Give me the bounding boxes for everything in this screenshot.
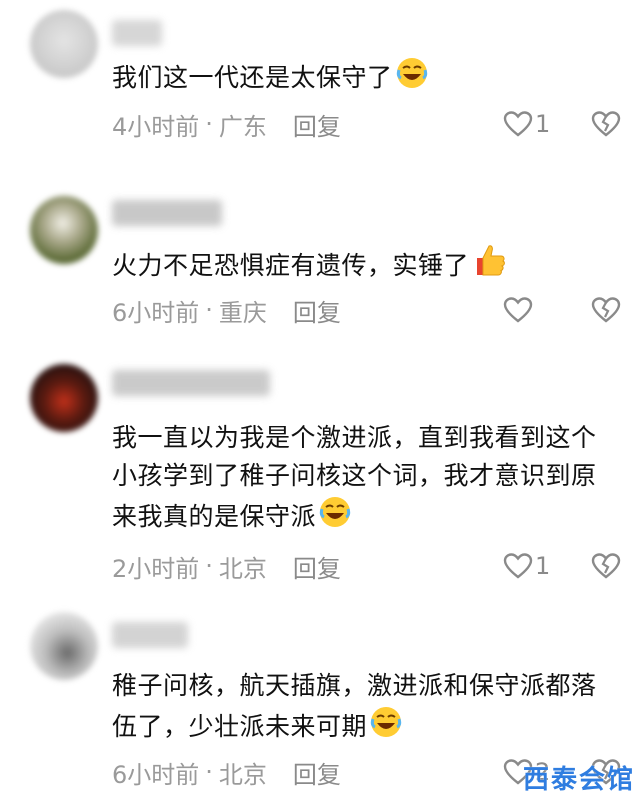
heart-icon <box>503 111 533 137</box>
separator-dot: · <box>205 296 213 324</box>
broken-heart-icon <box>591 297 621 323</box>
comment-text-content: 我们这一代还是太保守了 <box>112 63 393 92</box>
like-count: 1 <box>535 110 551 138</box>
username[interactable] <box>112 370 270 396</box>
comment-text: 火力不足恐惧症有遗传，实锤了 <box>112 242 615 289</box>
location: 北京 <box>218 554 267 583</box>
broken-heart-icon <box>591 111 621 137</box>
comment-meta: 6小时前 · 重庆 回复 <box>112 293 621 328</box>
comment-text: 我们这一代还是太保守了 <box>112 56 615 101</box>
dislike-button[interactable] <box>591 110 621 138</box>
reply-button[interactable]: 回复 <box>293 293 341 328</box>
laughing-tears-emoji <box>369 705 403 750</box>
laughing-tears-emoji <box>318 495 352 540</box>
laughing-tears-emoji <box>395 56 429 101</box>
dislike-button[interactable] <box>591 552 621 580</box>
username[interactable] <box>112 622 188 648</box>
comment-text: 我一直以为我是个激进派，直到我看到这个小孩学到了稚子问核这个词，我才意识到原来我… <box>112 419 615 540</box>
comment-text-content: 火力不足恐惧症有遗传，实锤了 <box>112 251 470 280</box>
like-button[interactable] <box>503 296 563 324</box>
timestamp: 6小时前 <box>112 298 200 327</box>
username[interactable] <box>112 200 222 226</box>
location: 北京 <box>218 760 267 789</box>
heart-icon <box>503 553 533 579</box>
separator-dot: · <box>205 110 213 138</box>
heart-icon <box>503 297 533 323</box>
like-button[interactable]: 1 <box>503 552 563 580</box>
timestamp: 4小时前 <box>112 112 200 141</box>
avatar[interactable] <box>30 196 98 264</box>
thumbs-up-emoji <box>471 242 507 289</box>
location: 广东 <box>218 112 267 141</box>
username[interactable] <box>112 20 162 46</box>
like-button[interactable]: 1 <box>503 110 563 138</box>
comment-meta: 2小时前 · 北京 回复 1 <box>112 549 621 584</box>
comment-text: 稚子问核，航天插旗，激进派和保守派都落伍了，少壮派未来可期 <box>112 667 615 750</box>
timestamp: 6小时前 <box>112 760 200 789</box>
avatar[interactable] <box>30 10 98 78</box>
location: 重庆 <box>218 298 267 327</box>
comment-text-content: 我一直以为我是个激进派，直到我看到这个小孩学到了稚子问核这个词，我才意识到原来我… <box>112 423 597 531</box>
comment-meta: 4小时前 · 广东 回复 1 <box>112 107 621 142</box>
reply-button[interactable]: 回复 <box>293 107 341 142</box>
avatar[interactable] <box>30 612 98 680</box>
reply-button[interactable]: 回复 <box>293 549 341 584</box>
separator-dot: · <box>205 758 213 786</box>
avatar[interactable] <box>30 364 98 432</box>
comment-text-content: 稚子问核，航天插旗，激进派和保守派都落伍了，少壮派未来可期 <box>112 671 597 741</box>
reply-button[interactable]: 回复 <box>293 755 341 790</box>
dislike-button[interactable] <box>591 296 621 324</box>
broken-heart-icon <box>591 553 621 579</box>
timestamp: 2小时前 <box>112 554 200 583</box>
like-count: 1 <box>535 552 551 580</box>
separator-dot: · <box>205 552 213 580</box>
watermark-logo: 西泰会馆 <box>522 765 635 795</box>
